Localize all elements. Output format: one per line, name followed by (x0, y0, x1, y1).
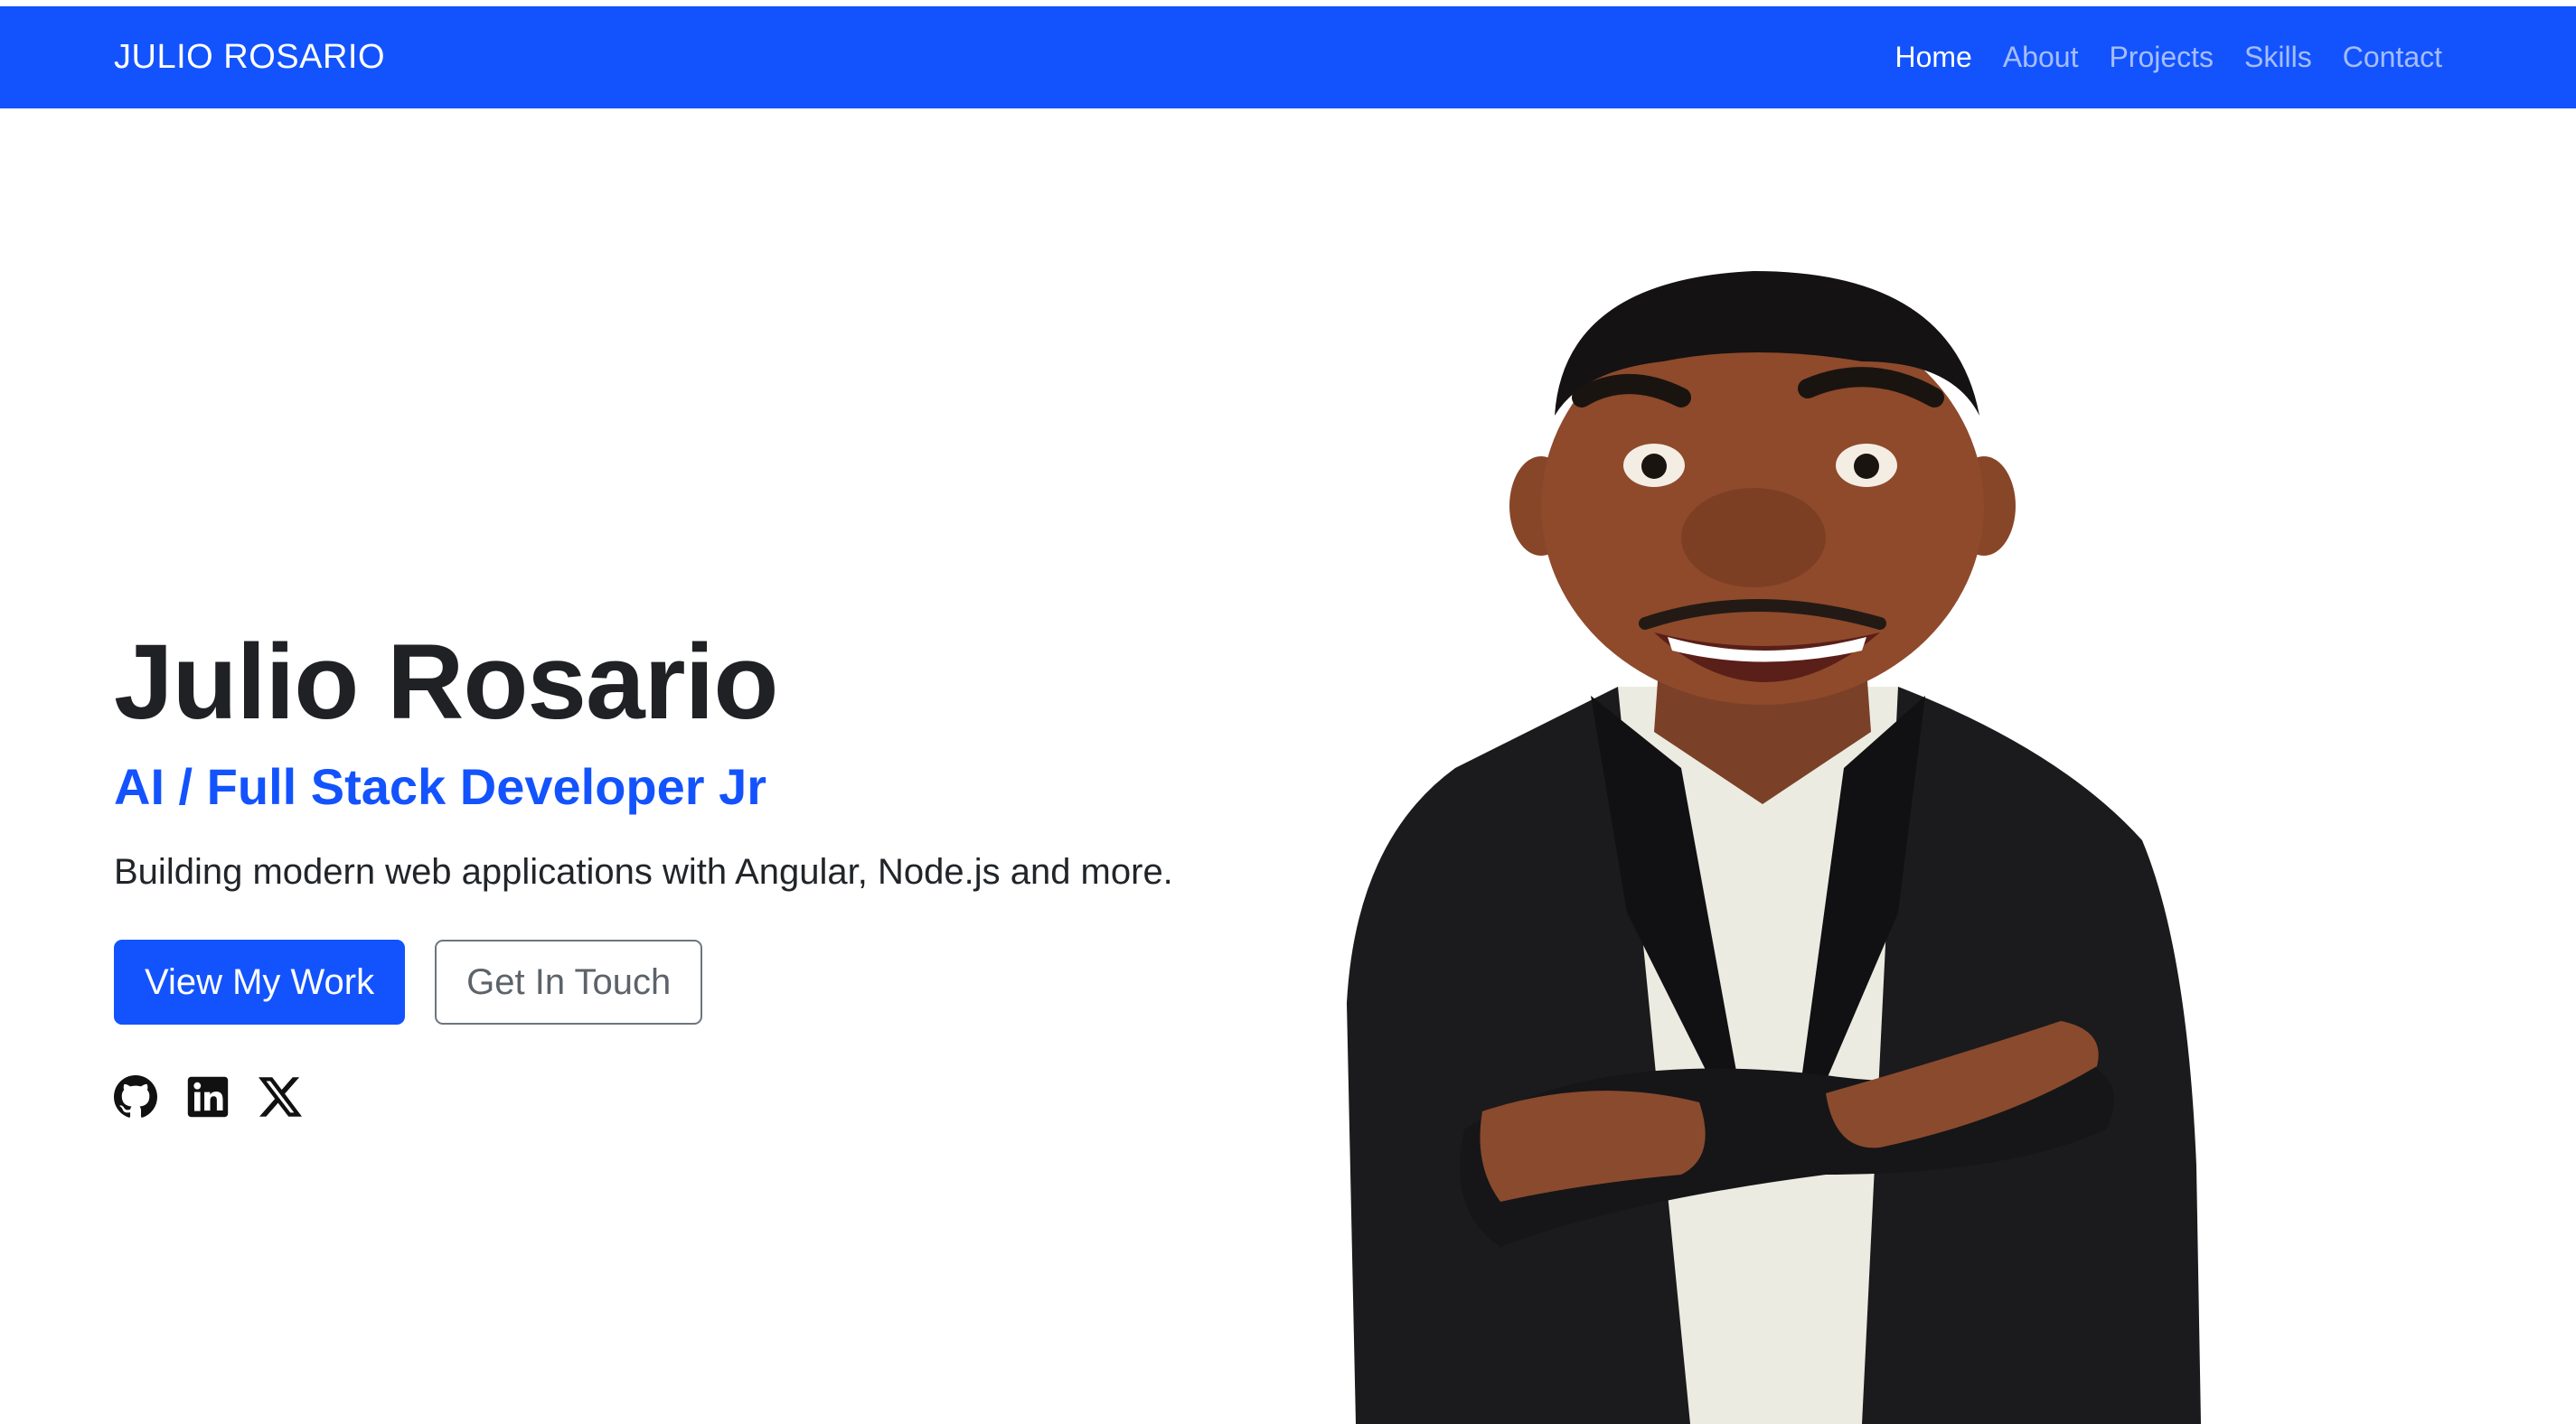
avatar-illustration (1347, 271, 2201, 1424)
social-links (114, 1075, 1289, 1119)
hero-name: Julio Rosario (114, 623, 778, 742)
nav-link-about[interactable]: About (2003, 41, 2079, 74)
get-in-touch-button[interactable]: Get In Touch (435, 940, 703, 1025)
view-my-work-button[interactable]: View My Work (114, 940, 406, 1025)
x-icon[interactable] (259, 1075, 302, 1119)
hero-role: AI / Full Stack Developer Jr (114, 758, 767, 815)
hero-section: Julio Rosario AI / Full Stack Developer … (114, 623, 1289, 1119)
hero-description: Building modern web applications with An… (114, 852, 1173, 892)
brand-link[interactable]: JULIO ROSARIO (114, 6, 385, 108)
navbar: JULIO ROSARIO Home About Projects Skills… (0, 6, 2576, 108)
nav-link-contact[interactable]: Contact (2343, 41, 2442, 74)
nav-links: Home About Projects Skills Contact (1894, 6, 2442, 108)
linkedin-icon[interactable] (186, 1075, 230, 1119)
nav-link-skills[interactable]: Skills (2244, 41, 2312, 74)
nav-link-home[interactable]: Home (1894, 41, 1971, 74)
hero-buttons: View My Work Get In Touch (114, 940, 1289, 1025)
github-icon[interactable] (114, 1075, 157, 1119)
nav-link-projects[interactable]: Projects (2109, 41, 2214, 74)
